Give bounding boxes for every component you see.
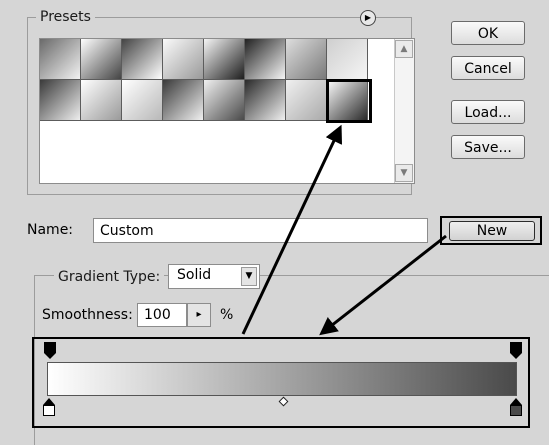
annotation-arrow-to-preset — [241, 124, 343, 335]
annotation-arrow-to-gradient — [319, 234, 447, 336]
annotation-arrows — [241, 124, 447, 336]
